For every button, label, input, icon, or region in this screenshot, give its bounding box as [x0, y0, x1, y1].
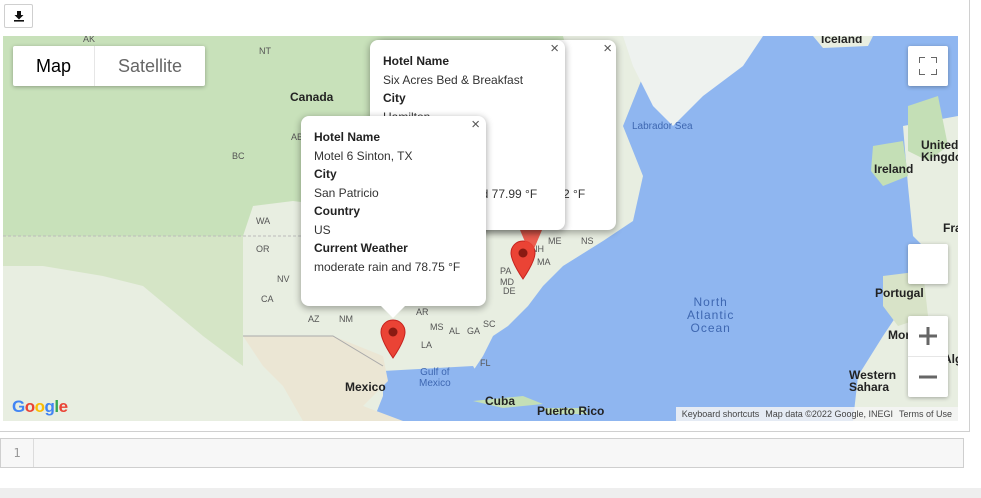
- code-cell[interactable]: 1: [0, 438, 964, 468]
- cell-line-number: 1: [1, 439, 34, 467]
- label-puerto-rico: Puerto Rico: [537, 404, 605, 418]
- label-nv: NV: [277, 274, 290, 284]
- terms-link[interactable]: Terms of Use: [899, 409, 952, 419]
- info-window-sinton: × Hotel Name Motel 6 Sinton, TX City San…: [301, 116, 486, 306]
- minus-icon: [919, 375, 937, 378]
- zoom-in-button[interactable]: [908, 317, 948, 357]
- fullscreen-icon: [919, 57, 937, 75]
- label-bc: BC: [232, 151, 245, 161]
- output-frame: AK NT Canada AB BC WA OR NV CA AZ NM AR …: [0, 0, 970, 432]
- hotel-name-value: Motel 6 Sinton, TX: [314, 148, 413, 163]
- label-mexico: Mexico: [345, 380, 386, 394]
- download-icon: [13, 11, 24, 22]
- map-type-satellite-button[interactable]: Satellite: [94, 46, 205, 86]
- field-label: Hotel Name: [383, 54, 450, 68]
- field-label: Country: [314, 204, 360, 218]
- label-ga: GA: [467, 326, 481, 336]
- label-nm: NM: [339, 314, 353, 324]
- close-icon[interactable]: ×: [471, 116, 480, 135]
- label-fra: Fra: [943, 221, 958, 235]
- label-nt: NT: [259, 46, 271, 56]
- map-canvas[interactable]: AK NT Canada AB BC WA OR NV CA AZ NM AR …: [3, 36, 958, 421]
- marker-icon[interactable]: [380, 319, 406, 359]
- label-ak: AK: [83, 36, 96, 44]
- label-me: ME: [548, 236, 562, 246]
- label-uk: United Kingdo: [921, 138, 958, 164]
- hotel-name-value: Six Acres Bed & Breakfast: [383, 72, 524, 87]
- download-button[interactable]: [4, 4, 33, 28]
- label-portugal: Portugal: [875, 286, 924, 300]
- label-iceland: Iceland: [821, 36, 863, 46]
- google-logo: Google: [12, 397, 68, 416]
- weather-value: moderate rain and 78.75 °F: [314, 259, 461, 274]
- label-la: LA: [421, 340, 433, 350]
- label-mor: Mor: [888, 328, 910, 342]
- label-western-sahara: Western Sahara: [849, 368, 897, 394]
- close-icon[interactable]: ×: [550, 40, 559, 59]
- label-al: AL: [449, 326, 461, 336]
- label-ms: MS: [430, 322, 444, 332]
- close-icon[interactable]: ×: [603, 40, 612, 59]
- label-ns: NS: [581, 236, 594, 246]
- field-label: City: [314, 167, 337, 181]
- label-de: DE: [503, 286, 516, 296]
- field-label: City: [383, 91, 406, 105]
- map-type-map-button[interactable]: Map: [13, 46, 94, 86]
- label-ma: MA: [537, 257, 551, 267]
- map-footer: Keyboard shortcuts Map data ©2022 Google…: [675, 407, 958, 421]
- label-sc: SC: [483, 319, 496, 329]
- label-canada: Canada: [290, 90, 334, 104]
- country-value: US: [314, 222, 331, 237]
- label-ireland: Ireland: [874, 162, 914, 176]
- label-wa: WA: [256, 216, 271, 226]
- map-data-text: Map data ©2022 Google, INEGI: [765, 409, 893, 419]
- marker-icon[interactable]: [518, 228, 544, 258]
- label-ar: AR: [416, 307, 429, 317]
- keyboard-shortcuts-link[interactable]: Keyboard shortcuts: [682, 409, 760, 419]
- label-az: AZ: [308, 314, 320, 324]
- label-gulf: Gulf of Mexico: [419, 367, 451, 389]
- city-value: San Patricio: [314, 185, 379, 200]
- fullscreen-button[interactable]: [908, 46, 948, 86]
- field-label: Hotel Name: [314, 130, 381, 144]
- label-north-atlantic: North Atlantic Ocean: [687, 295, 735, 335]
- bottom-bar: [0, 488, 981, 498]
- info-window-tail: [381, 306, 405, 318]
- zoom-out-button[interactable]: [908, 357, 948, 397]
- map-type-control: Map Satellite: [13, 46, 206, 86]
- label-or: OR: [256, 244, 270, 254]
- label-ca: CA: [261, 294, 274, 304]
- field-label: Current Weather: [314, 241, 408, 255]
- label-fl: FL: [480, 358, 491, 368]
- zoom-control: [908, 316, 948, 397]
- label-cuba: Cuba: [485, 394, 515, 408]
- label-labrador: Labrador Sea: [632, 121, 693, 132]
- plus-icon: [919, 327, 937, 345]
- street-view-pegman[interactable]: [908, 244, 948, 284]
